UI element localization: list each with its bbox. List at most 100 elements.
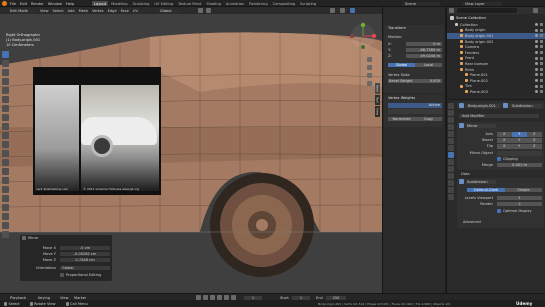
axis-toggle-y[interactable]: Y: [512, 132, 527, 137]
inset-tool-icon[interactable]: [2, 141, 9, 148]
optimal-display-checkbox[interactable]: [497, 209, 501, 213]
render-camera-icon[interactable]: [540, 73, 543, 77]
menu-render[interactable]: Render: [31, 2, 44, 6]
vertex-weights-header[interactable]: Vertex Weights: [388, 96, 415, 100]
render-camera-icon[interactable]: [540, 28, 543, 32]
viewport-menu-add[interactable]: Add: [68, 9, 75, 13]
workspace-tab-animation[interactable]: Animation: [224, 1, 246, 6]
properties-tab-tool-icon[interactable]: [448, 103, 454, 109]
visibility-eye-icon[interactable]: [535, 78, 538, 82]
properties-tab-constraints-icon[interactable]: [448, 173, 454, 179]
mirror-object-field[interactable]: [497, 151, 542, 156]
sidebar-tab-view[interactable]: View: [375, 105, 380, 117]
solid-shading-icon[interactable]: [350, 8, 355, 13]
render-camera-icon[interactable]: [540, 45, 543, 49]
navigation-gizmo[interactable]: [348, 21, 378, 51]
render-camera-icon[interactable]: [540, 62, 543, 66]
workspace-tab-scripting[interactable]: Scripting: [298, 1, 318, 6]
properties-tab-output-icon[interactable]: [448, 117, 454, 123]
mode-selector[interactable]: Edit Mode: [8, 8, 36, 13]
move-y-field[interactable]: -0.00282 cm: [60, 252, 110, 256]
shrink-fatten-tool-icon[interactable]: [2, 213, 9, 220]
transform-tool-icon[interactable]: [2, 96, 9, 103]
render-camera-icon[interactable]: [540, 23, 543, 26]
axis-toggle-y[interactable]: Y: [512, 144, 527, 149]
properties-tab-render-icon[interactable]: [448, 110, 454, 116]
scene-collection-title[interactable]: Scene Collection: [456, 16, 486, 20]
render-camera-icon[interactable]: [540, 78, 543, 82]
bevel-weight-field[interactable]: 0.000: [415, 79, 442, 83]
y-field[interactable]: -88.7584 m: [406, 48, 442, 52]
gizmo-z-axis[interactable]: [360, 22, 366, 28]
perspective-toggle-icon[interactable]: [367, 81, 372, 86]
visibility-eye-icon[interactable]: [535, 39, 538, 43]
sidebar-tab-tool[interactable]: Tool: [375, 94, 380, 105]
spin-tool-icon[interactable]: [2, 186, 9, 193]
object-name-field[interactable]: Body.origin.001: [466, 103, 500, 108]
timeline-view-menu[interactable]: View: [60, 296, 69, 300]
menu-help[interactable]: Help: [66, 2, 74, 6]
move-z-field[interactable]: 0.7448 cm: [60, 258, 110, 262]
viewport-menu-face[interactable]: Face: [121, 9, 129, 13]
view-layer-selector[interactable]: View Layer: [462, 1, 502, 6]
data-subpanel[interactable]: Data: [461, 172, 470, 176]
workspace-tab-rendering[interactable]: Rendering: [247, 1, 269, 6]
properties-tab-texture-icon[interactable]: [448, 194, 454, 200]
end-frame-field[interactable]: 250: [326, 295, 346, 300]
viewport-menu-edge[interactable]: Edge: [108, 9, 117, 13]
render-levels-field[interactable]: 2: [497, 202, 542, 206]
clipping-checkbox[interactable]: [497, 157, 501, 161]
render-camera-icon[interactable]: [540, 34, 543, 38]
visibility-eye-icon[interactable]: [535, 84, 538, 88]
xray-icon[interactable]: [340, 8, 345, 13]
global-button[interactable]: Global: [388, 63, 415, 67]
render-camera-icon[interactable]: [540, 90, 543, 94]
orientation-selector[interactable]: Global: [158, 8, 180, 13]
menu-window[interactable]: Window: [48, 2, 62, 6]
visibility-eye-icon[interactable]: [535, 62, 538, 66]
properties-tab-world-icon[interactable]: [448, 138, 454, 144]
viewport-3d[interactable]: Edit Mode View Select Add Mesh Vertex Edge Fac…: [0, 7, 382, 293]
axis-toggle-z[interactable]: Z: [527, 138, 542, 143]
workspace-tab-compositing[interactable]: Compositing: [271, 1, 298, 6]
render-camera-icon[interactable]: [540, 50, 543, 54]
knife-tool-icon[interactable]: [2, 168, 9, 175]
visibility-eye-icon[interactable]: [535, 90, 538, 94]
z-field[interactable]: 49.0244 m: [406, 54, 442, 58]
workspace-tab-uv-editing[interactable]: UV Editing: [152, 1, 175, 6]
properties-tab-particles-icon[interactable]: [448, 159, 454, 165]
marker-menu[interactable]: Marker: [74, 296, 86, 300]
rip-tool-icon[interactable]: [2, 231, 9, 238]
advanced-subpanel[interactable]: Advanced: [463, 220, 481, 224]
move-x-field[interactable]: -0 cm: [60, 246, 110, 250]
properties-tab-object-icon[interactable]: [448, 145, 454, 151]
render-camera-icon[interactable]: [540, 67, 543, 71]
proportional-editing-icon[interactable]: [206, 8, 211, 13]
scale-tool-icon[interactable]: [2, 87, 9, 94]
outliner-editor-icon[interactable]: [449, 8, 454, 13]
proportional-checkbox[interactable]: [60, 273, 64, 277]
extrude-tool-icon[interactable]: [2, 132, 9, 139]
gizmo-neg-z-axis[interactable]: [361, 45, 365, 49]
axis-toggle-x[interactable]: X: [497, 138, 512, 143]
shear-tool-icon[interactable]: [2, 222, 9, 229]
start-frame-field[interactable]: 1: [292, 295, 310, 300]
properties-tab-physics-icon[interactable]: [448, 166, 454, 172]
axis-toggle-x[interactable]: X: [497, 132, 512, 137]
copy-button[interactable]: Copy: [415, 117, 442, 121]
axis-toggle-x[interactable]: X: [497, 144, 512, 149]
workspace-tab-layout[interactable]: Layout: [92, 1, 109, 6]
playback-menu[interactable]: Playback: [10, 296, 26, 300]
overlay-icon[interactable]: [330, 8, 335, 13]
snap-icon[interactable]: [198, 8, 203, 13]
render-camera-icon[interactable]: [540, 39, 543, 43]
catmull-clark-button[interactable]: Catmull-Clark: [467, 188, 505, 192]
workspace-tab-modeling[interactable]: Modeling: [109, 1, 129, 6]
viewport-menu-vertex[interactable]: Vertex: [92, 9, 104, 13]
viewport-menu-mesh[interactable]: Mesh: [79, 9, 88, 13]
vertex-weight-row[interactable]: [388, 109, 442, 114]
workspace-tab-sculpting[interactable]: Sculpting: [131, 1, 152, 6]
normalize-button[interactable]: Normalize: [388, 117, 415, 121]
properties-tab-material-icon[interactable]: [448, 187, 454, 193]
smooth-tool-icon[interactable]: [2, 195, 9, 202]
